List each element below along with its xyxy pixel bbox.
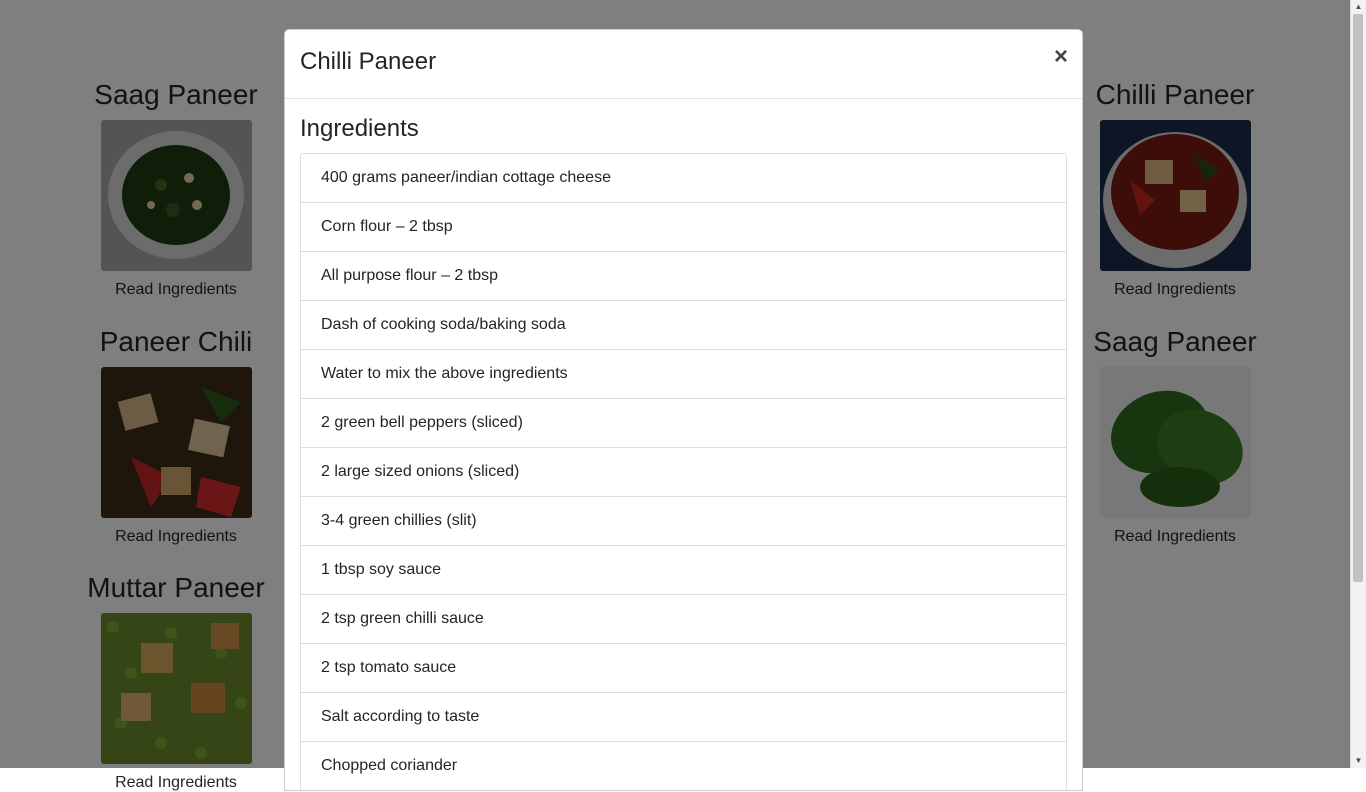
ingredients-list: 400 grams paneer/indian cottage cheese C… (300, 153, 1067, 790)
scrollbar-thumb[interactable] (1353, 14, 1363, 582)
list-item: Salt according to taste (301, 693, 1066, 742)
scroll-down-arrow-icon[interactable]: ▼ (1351, 754, 1366, 768)
list-item: 1 tbsp soy sauce (301, 546, 1066, 595)
list-item: 2 green bell peppers (sliced) (301, 399, 1066, 448)
list-item: Chopped coriander (321, 757, 458, 774)
list-item: 400 grams paneer/indian cottage cheese (301, 154, 1066, 203)
read-ingredients-link[interactable]: Read Ingredients (76, 774, 276, 792)
page-scrollbar[interactable]: ▲ ▼ (1350, 0, 1366, 768)
ingredients-heading: Ingredients (300, 115, 419, 142)
list-item: 2 large sized onions (sliced) (301, 448, 1066, 497)
close-icon[interactable]: × (1054, 44, 1068, 70)
ingredients-modal: Chilli Paneer × Ingredients 400 grams pa… (284, 29, 1083, 791)
scroll-up-arrow-icon[interactable]: ▲ (1351, 0, 1366, 14)
list-item: Water to mix the above ingredients (301, 350, 1066, 399)
list-item: 2 tsp tomato sauce (301, 644, 1066, 693)
modal-header: Chilli Paneer × (285, 30, 1082, 99)
modal-title: Chilli Paneer (300, 48, 437, 75)
list-item: Dash of cooking soda/baking soda (301, 301, 1066, 350)
list-item: Corn flour – 2 tbsp (301, 203, 1066, 252)
modal-body: Ingredients 400 grams paneer/indian cott… (285, 99, 1082, 790)
list-item: All purpose flour – 2 tbsp (301, 252, 1066, 301)
list-item: 3-4 green chillies (slit) (301, 497, 1066, 546)
list-item: 2 tsp green chilli sauce (301, 595, 1066, 644)
